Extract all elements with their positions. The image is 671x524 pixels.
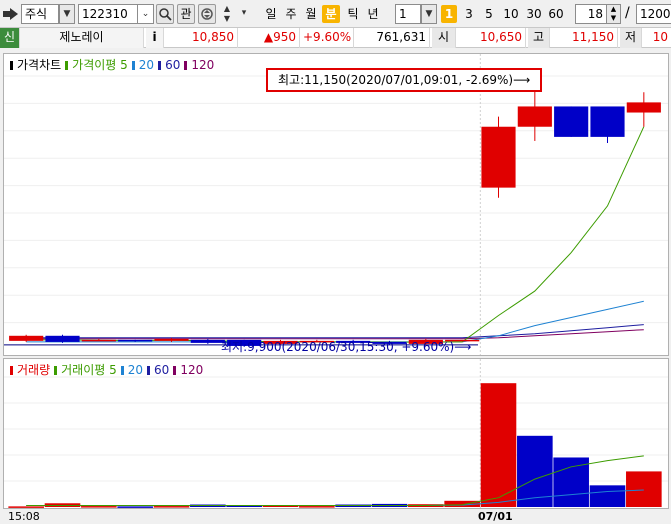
volume-chart[interactable]	[4, 359, 668, 508]
price-change-pct: +9.60%	[300, 28, 354, 48]
volume-bar	[81, 506, 117, 508]
magnifier-icon	[159, 8, 172, 21]
volume-bar	[8, 506, 44, 508]
high-value: 11,150	[550, 28, 618, 48]
chart-toolbar: 주식 ▼ 122310 ⌄ 관 ▲ ▼ ▾ 일주월분틱년 1 ▼ 1 3 5 10 30 6…	[0, 0, 671, 28]
candle-body	[517, 106, 552, 127]
low-price-annotation: 최저:9,900(2020/06/30,15:30, +9.60%)⟶	[221, 340, 472, 354]
stock-name: 제노레이	[20, 28, 144, 48]
price-chart-pane[interactable]: 가격차트 가격이평 5 20 60 120 최고:11,150(2020/07/01,0…	[3, 53, 669, 356]
period-tab-0[interactable]: 일	[262, 5, 280, 23]
current-price: 10,850	[168, 28, 238, 48]
open-label: 시	[432, 28, 456, 48]
candle-body	[154, 338, 189, 341]
time-axis-start-label: 15:08	[8, 510, 40, 523]
price-ma5-line	[26, 126, 645, 343]
search-button[interactable]	[156, 4, 174, 24]
step-up-icon[interactable]: ▲	[219, 4, 235, 14]
stock-code-dropdown-arrow[interactable]: ⌄	[138, 4, 154, 24]
candle-body	[481, 126, 516, 188]
volume-bar	[299, 506, 335, 508]
volume-bar	[153, 506, 190, 508]
period-tab-2[interactable]: 월	[302, 5, 320, 23]
sync-button[interactable]	[198, 4, 216, 24]
count-input[interactable]: 18	[575, 4, 607, 24]
count-separator: /	[625, 5, 630, 21]
quote-info-row: 신 제노레이 i 10,850 ▲950 +9.60% 761,631 시 10…	[0, 28, 671, 48]
volume-chart-pane[interactable]: 거래량 거래이평 5 20 60 120	[3, 358, 669, 509]
candle-body	[118, 339, 153, 342]
count-stepper[interactable]: ▲ ▼	[607, 4, 621, 24]
period-tab-3[interactable]: 분	[322, 5, 340, 23]
count-up-icon[interactable]: ▲	[607, 5, 620, 14]
minute-tab-5[interactable]: 5	[481, 5, 497, 23]
interval-dropdown-arrow[interactable]: ▼	[421, 4, 437, 24]
candle-body	[626, 102, 661, 113]
period-tab-4[interactable]: 틱	[344, 5, 362, 23]
market-select[interactable]: 주식	[21, 4, 59, 24]
volume-bar	[626, 471, 662, 507]
menu-arrow-icon[interactable]	[3, 8, 19, 20]
options-dropdown-arrow[interactable]: ▾	[236, 4, 252, 24]
watchlist-button[interactable]: 관	[177, 4, 195, 24]
step-down-icon[interactable]: ▼	[219, 14, 235, 24]
minute-tab-3[interactable]: 3	[461, 5, 477, 23]
minute-tab-60[interactable]: 60	[546, 5, 566, 23]
open-value: 10,650	[456, 28, 526, 48]
minute-tab-30[interactable]: 30	[524, 5, 544, 23]
market-dropdown-arrow[interactable]: ▼	[59, 4, 75, 24]
price-change: ▲950	[238, 28, 300, 48]
time-axis: 15:08 07/01	[0, 509, 671, 524]
low-label: 저	[620, 28, 642, 48]
high-price-annotation: 최고:11,150(2020/07/01,09:01, -2.69%)⟶	[266, 68, 543, 92]
candle-body	[45, 335, 80, 342]
time-axis-date-label: 07/01	[478, 510, 513, 523]
count-down-icon[interactable]: ▼	[607, 14, 620, 23]
stock-code-input[interactable]: 122310	[78, 4, 138, 24]
high-label: 고	[528, 28, 550, 48]
price-chart[interactable]	[4, 54, 668, 355]
stock-stepper[interactable]: ▲ ▼	[219, 4, 235, 24]
candle-body	[9, 335, 44, 341]
volume-bar	[480, 383, 517, 507]
candle-body	[590, 106, 625, 137]
minute-tab-1[interactable]: 1	[441, 5, 457, 23]
minute-tab-10[interactable]: 10	[501, 5, 521, 23]
volume-bar	[117, 506, 153, 508]
info-button[interactable]: i	[146, 28, 164, 48]
period-tab-5[interactable]: 년	[364, 5, 382, 23]
candle-body	[554, 106, 589, 137]
credit-badge: 신	[0, 28, 20, 48]
price-ma20-line	[26, 300, 644, 343]
volume-bar	[589, 485, 626, 507]
period-tab-1[interactable]: 주	[282, 5, 300, 23]
interval-input[interactable]: 1	[395, 4, 421, 24]
candle-body	[81, 339, 116, 342]
sync-icon	[201, 8, 213, 20]
candle-body	[190, 339, 225, 343]
low-value: 10	[652, 30, 668, 44]
trade-volume: 761,631	[354, 28, 430, 48]
price-ma60-line	[26, 324, 644, 339]
total-count-input[interactable]: 1200	[636, 4, 671, 24]
